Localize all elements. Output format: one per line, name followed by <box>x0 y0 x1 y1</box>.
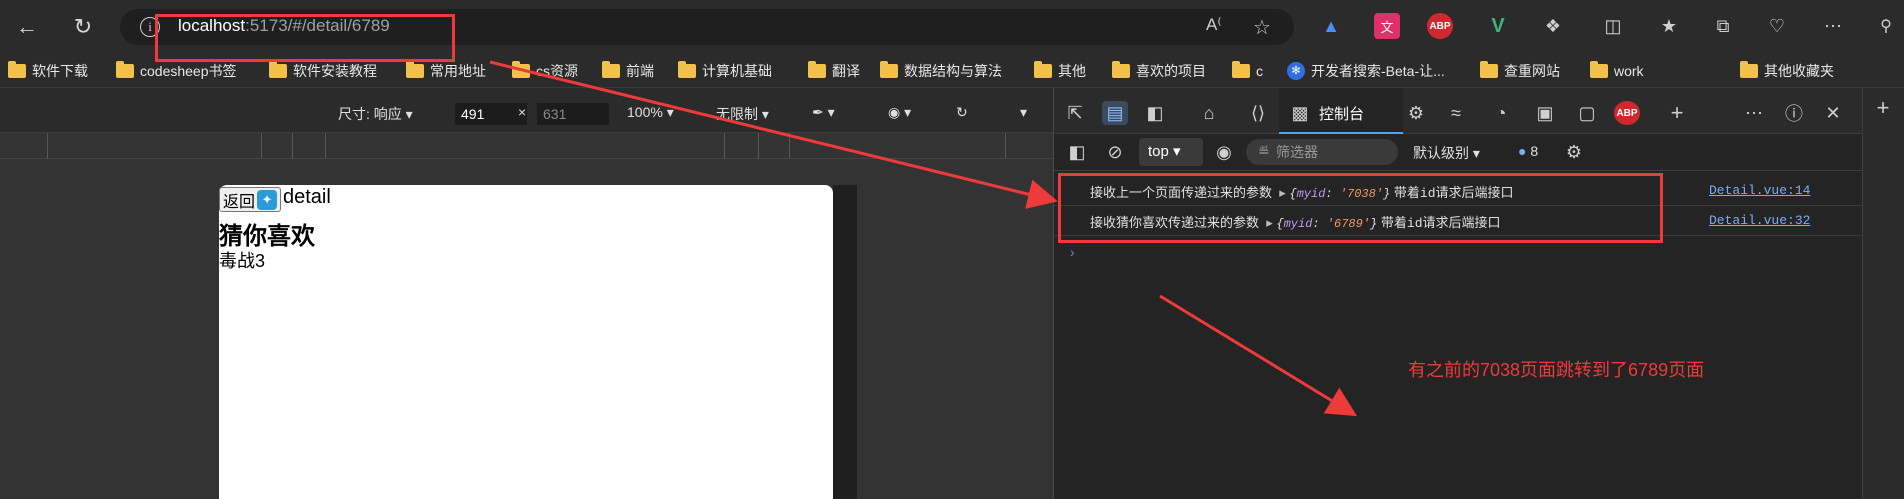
arrow-to-note <box>1159 294 1358 417</box>
annotation-arrows <box>489 60 1358 417</box>
arrow-url-to-console <box>489 60 1058 209</box>
annotation-note: 有之前的7038页面跳转到了6789页面 <box>1408 360 1705 380</box>
